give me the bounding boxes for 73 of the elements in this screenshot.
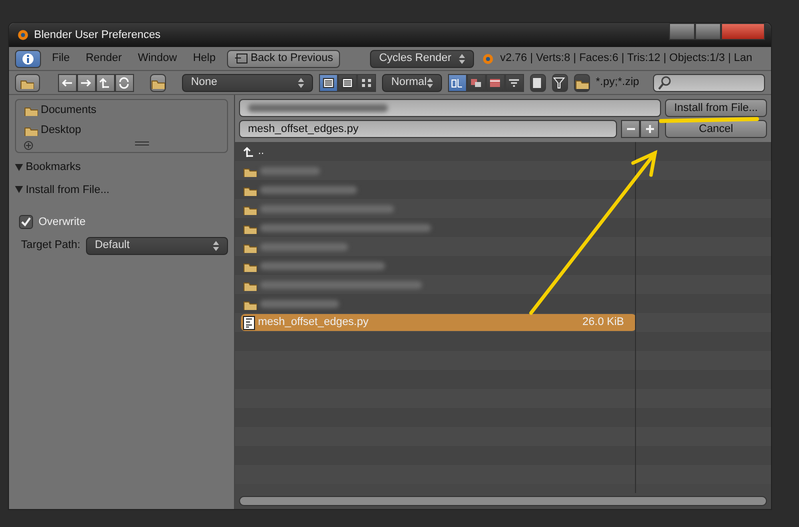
back-to-previous-button[interactable]: Back to Previous bbox=[226, 50, 340, 68]
refresh-button[interactable] bbox=[114, 74, 134, 92]
checkmark-icon bbox=[21, 217, 31, 228]
list-view-icon bbox=[323, 78, 334, 88]
updown-icon bbox=[213, 240, 219, 252]
display-mode-button[interactable] bbox=[319, 74, 338, 92]
filter-glob-text: *.py;*.zip bbox=[596, 75, 640, 90]
sidebar-item[interactable]: Documents bbox=[24, 102, 219, 118]
display-mode-button[interactable] bbox=[357, 74, 376, 92]
resize-grip-icon bbox=[135, 141, 149, 146]
sort-button[interactable] bbox=[448, 74, 467, 92]
size-dropdown[interactable]: Normal bbox=[382, 74, 442, 92]
sort-button[interactable] bbox=[466, 74, 486, 92]
list-view-icon bbox=[342, 78, 354, 88]
forward-arrow-button[interactable] bbox=[76, 74, 96, 92]
filter-icon bbox=[552, 76, 567, 88]
sort-size-icon bbox=[508, 76, 520, 88]
sort-button[interactable] bbox=[486, 74, 505, 92]
increment-button[interactable] bbox=[640, 120, 659, 138]
menu-item[interactable]: Window bbox=[132, 50, 182, 67]
file-list-item[interactable]: .. bbox=[241, 143, 636, 160]
maximize-button[interactable] bbox=[695, 23, 721, 40]
parent-directory-button[interactable] bbox=[96, 74, 115, 92]
menu-item[interactable]: Help bbox=[188, 50, 221, 67]
minimize-button[interactable] bbox=[669, 23, 695, 40]
render-engine-dropdown[interactable]: Cycles Render bbox=[370, 50, 474, 68]
decrement-button[interactable] bbox=[621, 120, 640, 138]
horizontal-scrollbar[interactable] bbox=[239, 496, 767, 506]
sidebar-item[interactable]: Desktop bbox=[24, 122, 219, 138]
info-icon bbox=[22, 52, 34, 64]
parent-directory-icon bbox=[99, 76, 112, 88]
directory-path-field[interactable] bbox=[239, 99, 661, 117]
scene-statistics: v2.76 | Verts:8 | Faces:6 | Tris:12 | Objects:1/3 | Lan bbox=[500, 51, 752, 66]
sort-button[interactable] bbox=[504, 74, 524, 92]
recent-dropdown[interactable]: None bbox=[182, 74, 314, 92]
filter-button[interactable] bbox=[552, 74, 568, 92]
info-editor-button[interactable] bbox=[15, 50, 41, 68]
parent-directory-icon bbox=[243, 146, 255, 158]
display-mode-button[interactable] bbox=[338, 74, 358, 92]
list-view-icon bbox=[361, 78, 372, 88]
triangle-icon bbox=[15, 186, 23, 194]
filter-folder-button[interactable] bbox=[574, 74, 590, 92]
refresh-icon bbox=[118, 76, 130, 88]
menu-item[interactable]: Render bbox=[80, 50, 127, 67]
editor-type-button[interactable] bbox=[15, 74, 40, 92]
checkbox[interactable] bbox=[19, 215, 33, 230]
menu-item[interactable]: File bbox=[47, 50, 75, 67]
back-arrow-icon bbox=[61, 76, 74, 88]
panel-header[interactable]: Bookmarks bbox=[26, 159, 81, 176]
back-arrow-button[interactable] bbox=[58, 74, 77, 92]
hidden-files-button[interactable] bbox=[530, 74, 546, 92]
window-title: Blender User Preferences bbox=[34, 28, 161, 43]
updown-icon bbox=[426, 76, 433, 88]
updown-icon bbox=[298, 76, 304, 88]
add-icon bbox=[24, 141, 33, 150]
checkbox-label: Overwrite bbox=[38, 215, 86, 230]
target-path-dropdown[interactable]: Default bbox=[86, 236, 228, 254]
search-icon bbox=[658, 76, 672, 90]
close-button[interactable] bbox=[721, 23, 765, 40]
filename-field[interactable]: mesh_offset_edges.py bbox=[239, 120, 617, 138]
install-from-file-button[interactable]: Install from File... bbox=[665, 99, 767, 117]
panel-header[interactable]: Install from File... bbox=[26, 182, 110, 198]
screen-back-icon bbox=[234, 53, 248, 64]
search-field[interactable] bbox=[653, 74, 765, 92]
forward-arrow-icon bbox=[80, 76, 92, 88]
blender-logo-icon bbox=[15, 29, 29, 41]
updown-icon bbox=[459, 52, 466, 64]
plus-icon bbox=[644, 123, 656, 135]
triangle-icon bbox=[15, 164, 23, 171]
field-label: Target Path: bbox=[21, 238, 80, 254]
blender-logo-icon bbox=[480, 52, 494, 64]
new-folder-button[interactable] bbox=[150, 74, 166, 92]
script-file-icon bbox=[243, 316, 255, 330]
